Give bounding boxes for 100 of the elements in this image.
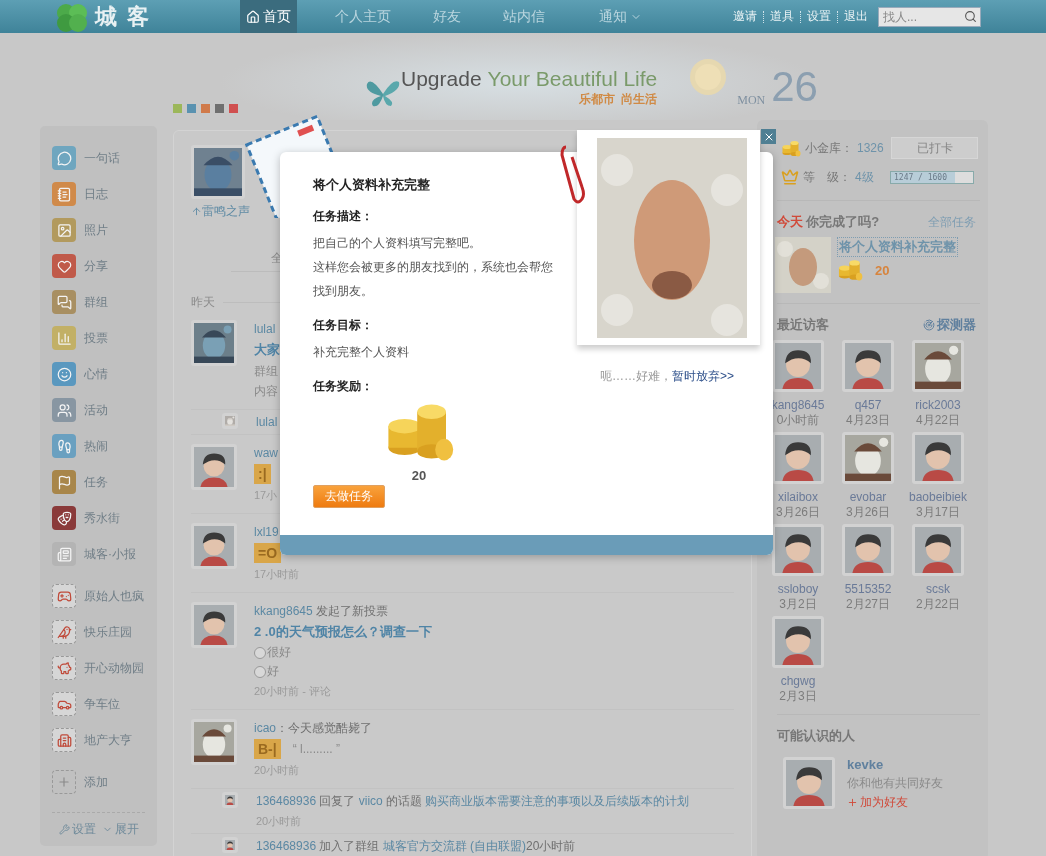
avatar-silhouette[interactable] — [191, 444, 237, 490]
top-link[interactable]: 设置 — [807, 8, 831, 25]
sidebar-item[interactable]: 投票 — [52, 320, 157, 356]
avatar-silhouette[interactable] — [222, 792, 238, 808]
do-task-button[interactable]: 去做任务 — [313, 485, 385, 509]
avatar-silhouette[interactable] — [772, 432, 824, 484]
close-button[interactable] — [761, 129, 776, 144]
nav-tab[interactable]: 个人主页 — [329, 0, 397, 33]
skin-swatch[interactable] — [229, 104, 238, 113]
give-up-link[interactable]: 暂时放弃>> — [672, 369, 734, 383]
link[interactable]: 136468936 — [256, 794, 317, 808]
sidebar-item[interactable]: 分享 — [52, 248, 157, 284]
visitor-name[interactable]: baobeibiek — [908, 490, 968, 504]
today-label: 今天 — [777, 214, 803, 229]
avatar-silhouette[interactable] — [772, 524, 824, 576]
sidebar-item[interactable]: 开心动物园 — [52, 650, 157, 686]
profile-name[interactable]: 雷鸣之声 — [191, 203, 250, 220]
avatar-silhouette[interactable] — [912, 524, 964, 576]
sidebar-item[interactable]: 添加 — [52, 764, 157, 800]
visitor-name[interactable]: xilaibox — [778, 490, 818, 504]
avatar-silhouette[interactable] — [783, 757, 835, 809]
sidebar-item[interactable]: 城客·小报 — [52, 536, 157, 572]
link[interactable]: 购买商业版本需要注意的事项以及后续版本的计划 — [425, 794, 690, 808]
visitor-name[interactable]: ssloboy — [777, 582, 819, 596]
avatar-silhouette[interactable] — [842, 524, 894, 576]
visitor-name[interactable]: rick2003 — [915, 398, 961, 412]
expand-link[interactable]: 展开 — [101, 821, 139, 838]
crown-icon — [781, 168, 799, 186]
link[interactable]: lulal — [254, 322, 276, 336]
visitor-name[interactable]: q457 — [854, 398, 882, 412]
sidebar-item[interactable]: 热闹 — [52, 428, 157, 464]
picture-icon — [52, 218, 76, 242]
nav-tab[interactable]: 首页 — [240, 0, 297, 33]
top-link[interactable]: 邀请 — [733, 8, 757, 25]
link[interactable]: lulal — [256, 415, 278, 429]
all-tasks-link[interactable]: 全部任务 — [928, 213, 976, 231]
post-text: 群组 — [254, 363, 279, 380]
sidebar-item[interactable]: 群组 — [52, 284, 157, 320]
search-icon[interactable] — [964, 9, 977, 23]
link[interactable]: 城客官方交流群 — [382, 839, 467, 853]
link[interactable]: viico — [358, 794, 383, 808]
post-title[interactable]: 2 .0的天气预报怎么？调查一下 — [254, 622, 432, 642]
link[interactable]: kkang8645 — [254, 604, 313, 618]
feed-text: 的话题 — [385, 794, 424, 808]
sidebar-item[interactable]: 日志 — [52, 176, 157, 212]
avatar-silhouette[interactable] — [842, 340, 894, 392]
link[interactable]: waw — [254, 446, 278, 460]
site-logo[interactable]: 城客 — [95, 1, 205, 32]
avatar-silhouette[interactable] — [191, 523, 237, 569]
sidebar-item[interactable]: 争车位 — [52, 686, 157, 722]
sidebar-item[interactable]: 秀水街 — [52, 500, 157, 536]
poll-option: 好 — [267, 663, 279, 680]
visit-date: 0小时前 — [776, 412, 820, 428]
speech-bubbles-icon — [52, 290, 76, 314]
link[interactable]: (自由联盟) — [466, 839, 527, 853]
search-field[interactable]: 找人... — [878, 6, 981, 27]
section-title: 可能认识的人 — [777, 727, 855, 745]
sidebar-item[interactable]: 原始人也疯 — [52, 578, 157, 614]
nav-tab[interactable]: 通知 — [593, 0, 648, 33]
add-friend-link[interactable]: 加为好友 — [847, 794, 943, 811]
top-link[interactable]: 道具 — [770, 8, 794, 25]
sidebar-item[interactable]: 照片 — [52, 212, 157, 248]
visitor-name[interactable]: scsk — [926, 582, 950, 596]
sidebar-item[interactable]: 心情 — [52, 356, 157, 392]
visitor-name[interactable]: kang8645 — [771, 398, 825, 412]
visitor-name[interactable]: evobar — [849, 490, 887, 504]
avatar-silhouette[interactable] — [772, 340, 824, 392]
sidebar-item[interactable]: 快乐庄园 — [52, 614, 157, 650]
skin-swatch[interactable] — [173, 104, 182, 113]
skin-swatch[interactable] — [201, 104, 210, 113]
task-link[interactable]: 将个人资料补充完整 — [837, 237, 958, 257]
sidebar-item[interactable]: 一句话 — [52, 140, 157, 176]
skin-swatch[interactable] — [187, 104, 196, 113]
skin-swatch[interactable] — [215, 104, 224, 113]
nav-tab[interactable]: 好友 — [427, 0, 467, 33]
link[interactable]: 136468936 — [256, 839, 317, 853]
sidebar-item[interactable]: 活动 — [52, 392, 157, 428]
nav-tab[interactable]: 站内信 — [497, 0, 551, 33]
link[interactable]: icao — [254, 721, 276, 735]
visitor-name[interactable]: chgwg — [780, 674, 816, 688]
post-title[interactable]: 大家 — [254, 340, 280, 360]
sidebar-item[interactable]: 任务 — [52, 464, 157, 500]
settings-link[interactable]: 设置 — [58, 821, 96, 838]
avatar-silhouette[interactable] — [222, 837, 238, 853]
radio-button[interactable] — [254, 646, 266, 659]
visitor-name[interactable]: 5515352 — [844, 582, 892, 596]
piggy-bank-icon — [52, 656, 76, 680]
reward-amount: 20 — [411, 468, 427, 484]
link[interactable]: lxl19 — [254, 525, 279, 539]
top-link[interactable]: 退出 — [844, 8, 868, 25]
radio-button[interactable] — [254, 665, 266, 678]
person-name[interactable]: kevke — [847, 757, 943, 772]
people-icon — [52, 398, 76, 422]
experience-reading: 1247 / 1600 — [894, 171, 947, 183]
detector-link[interactable]: 探测器 — [923, 316, 976, 334]
avatar-silhouette[interactable] — [912, 432, 964, 484]
avatar-silhouette[interactable] — [191, 602, 237, 648]
visit-date: 3月26日 — [846, 504, 890, 520]
avatar-silhouette[interactable] — [772, 616, 824, 668]
sidebar-item[interactable]: 地产大亨 — [52, 722, 157, 758]
